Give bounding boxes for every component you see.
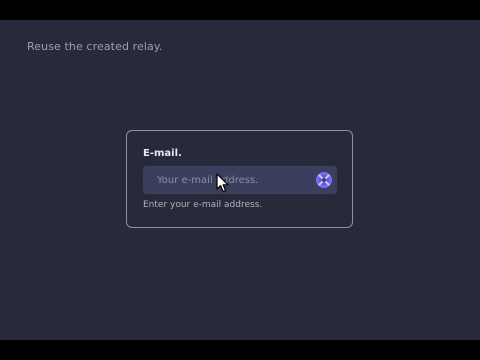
relay-mask-icon[interactable] — [315, 171, 333, 189]
email-label: E-mail. — [143, 148, 182, 159]
email-helper-text: Enter your e-mail address. — [143, 200, 263, 210]
instruction-text: Reuse the created relay. — [27, 40, 163, 53]
email-input-container — [143, 166, 337, 194]
mouse-pointer-icon — [216, 173, 229, 193]
page-frame: Reuse the created relay. E-mail. Enter y… — [0, 20, 480, 340]
email-form-card: E-mail. Enter your e-mail address. — [126, 130, 353, 228]
